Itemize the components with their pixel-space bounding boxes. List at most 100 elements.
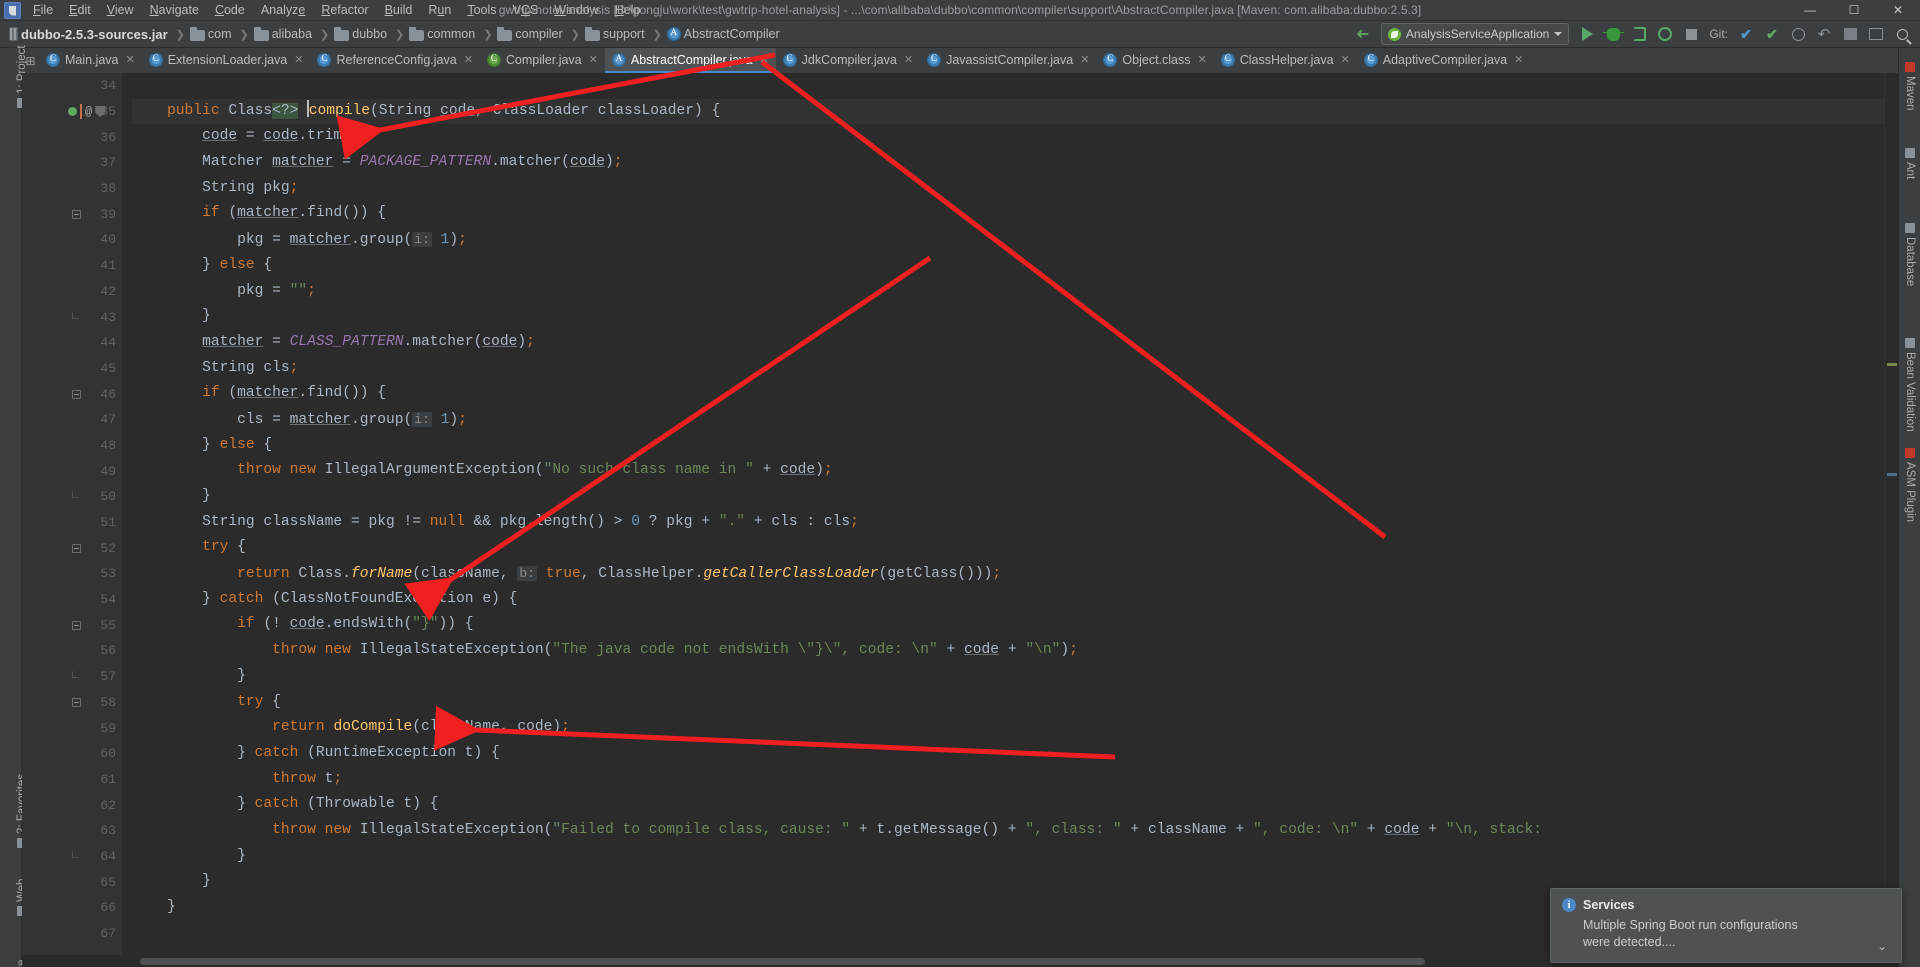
close-tab-icon[interactable]: ✕ [126, 53, 135, 66]
minimize-button[interactable]: — [1788, 0, 1832, 21]
sidebar-item-database[interactable]: Database [1904, 223, 1916, 286]
maximize-button[interactable]: ☐ [1832, 0, 1876, 21]
tab-object-class[interactable]: Object.class✕ [1096, 48, 1213, 73]
code-editor[interactable]: 34 35 @ 36 37 38 39 40 41 42 43 ∟ 44 45 … [22, 73, 1898, 955]
menu-item-refactor[interactable]: Refactor [313, 0, 376, 21]
gutter-marks[interactable]: @ [68, 99, 122, 125]
menu-item-help[interactable]: Help [607, 0, 649, 21]
check-icon: ✔ [1766, 25, 1778, 42]
java-abstract-class-icon [666, 27, 681, 41]
close-tab-icon[interactable]: ✕ [1341, 53, 1350, 66]
menu-item-run[interactable]: Run [420, 0, 459, 21]
commit-button[interactable]: ✔ [1760, 22, 1784, 46]
tab-compiler-java[interactable]: Compiler.java✕ [480, 48, 605, 73]
scrollbar-thumb[interactable] [140, 958, 1425, 965]
debug-button[interactable] [1601, 22, 1625, 46]
menu-item-code[interactable]: Code [207, 0, 253, 21]
line-number: 60 [100, 746, 116, 762]
sidebar-item-bean-validation[interactable]: Bean Validation [1904, 338, 1916, 432]
fold-collapse-icon[interactable] [72, 389, 81, 399]
rollback-button[interactable]: ↶ [1812, 22, 1836, 46]
tab-abstractcompiler-java[interactable]: AbstractCompiler.java✕ [604, 48, 776, 73]
run-configuration-selector[interactable]: AnalysisServiceApplication [1380, 23, 1570, 45]
chevron-down-icon[interactable]: ⌄ [1877, 939, 1887, 953]
stop-button[interactable] [1679, 22, 1703, 46]
close-tab-icon[interactable]: ✕ [294, 53, 303, 66]
bean-icon [1905, 338, 1915, 348]
database-icon [1905, 223, 1915, 233]
menu-item-vcs[interactable]: VCS [505, 0, 547, 21]
menu-item-file[interactable]: File [25, 0, 61, 21]
breadcrumb-item-com[interactable]: com [187, 21, 238, 48]
menu-item-window[interactable]: Window [546, 0, 606, 21]
warning-marker[interactable] [1887, 363, 1897, 366]
folder-icon [584, 26, 600, 41]
update-arrow-icon: ✔ [1740, 25, 1752, 42]
menu-item-navigate[interactable]: Navigate [142, 0, 207, 21]
search-everywhere-button[interactable] [1890, 22, 1914, 46]
menu-item-tools[interactable]: Tools [459, 0, 504, 21]
notification-line-2: were detected.... [1583, 935, 1676, 949]
fold-end-icon[interactable]: ∟ [72, 671, 79, 682]
tab-main-java[interactable]: Main.java✕ [39, 48, 142, 73]
menu-item-view[interactable]: View [99, 0, 142, 21]
breadcrumb-item-abstractcompiler[interactable]: AbstractCompiler [664, 21, 786, 48]
close-tab-icon[interactable]: ✕ [1514, 53, 1523, 66]
menu-item-edit[interactable]: Edit [61, 0, 99, 21]
tab-extensionloader-java[interactable]: ExtensionLoader.java✕ [142, 48, 311, 73]
close-button[interactable]: ✕ [1876, 0, 1920, 21]
close-tab-icon[interactable]: ✕ [904, 53, 913, 66]
menu-item-analyze[interactable]: Analyze [253, 0, 313, 21]
update-project-button[interactable]: ✔ [1734, 22, 1758, 46]
info-marker[interactable] [1887, 473, 1897, 476]
terminal-button[interactable] [1864, 22, 1888, 46]
breadcrumb-item-jar[interactable]: dubbo-2.5.3-sources.jar [6, 21, 174, 48]
search-icon [1896, 28, 1908, 40]
editor-gutter[interactable]: 34 35 @ 36 37 38 39 40 41 42 43 ∟ 44 45 … [22, 73, 122, 955]
close-tab-icon[interactable]: ✕ [589, 53, 598, 66]
maven-icon [1905, 62, 1915, 72]
tab-jdkcompiler-java[interactable]: JdkCompiler.java✕ [776, 48, 920, 73]
editor-marker-scrollbar[interactable] [1884, 73, 1898, 955]
close-tab-icon[interactable]: ✕ [1080, 53, 1089, 66]
tab-adaptivecompiler-java[interactable]: AdaptiveCompiler.java✕ [1357, 48, 1531, 73]
run-with-coverage-button[interactable] [1627, 22, 1651, 46]
close-tab-icon[interactable]: ✕ [759, 53, 768, 66]
override-annotation-icon[interactable]: @ [85, 105, 92, 119]
java-class-icon [782, 52, 797, 67]
breadcrumb-item-dubbo[interactable]: dubbo [331, 21, 393, 48]
tab-referenceconfig-java[interactable]: ReferenceConfig.java✕ [310, 48, 479, 73]
tab-javassistcompiler-java[interactable]: JavassistCompiler.java✕ [920, 48, 1096, 73]
breadcrumb-separator: ❯ [320, 28, 330, 41]
fold-collapse-icon[interactable] [72, 543, 81, 553]
breadcrumb-item-alibaba[interactable]: alibaba [251, 21, 318, 48]
services-notification[interactable]: i Services Multiple Spring Boot run conf… [1550, 888, 1902, 963]
tab-classhelper-java[interactable]: ClassHelper.java✕ [1214, 48, 1357, 73]
sidebar-item-asm-plugin[interactable]: ASM Plugin [1904, 448, 1916, 522]
history-button[interactable] [1786, 22, 1810, 46]
fold-collapse-icon[interactable] [72, 620, 81, 630]
menu-bar[interactable]: File Edit View Navigate Code Analyze Ref… [25, 0, 648, 21]
fold-end-icon[interactable]: ∟ [72, 311, 79, 322]
sidebar-item-maven[interactable]: Maven [1904, 62, 1916, 111]
title-bar: File Edit View Navigate Code Analyze Ref… [0, 0, 1920, 21]
close-tab-icon[interactable]: ✕ [1198, 53, 1207, 66]
fold-end-icon[interactable]: ∟ [72, 850, 79, 861]
fold-collapse-icon[interactable] [72, 697, 81, 707]
implementing-method-icon[interactable] [95, 106, 106, 118]
fold-collapse-icon[interactable] [72, 209, 81, 219]
breadcrumb-item-support[interactable]: support [582, 21, 651, 48]
sidebar-item-ant[interactable]: Ant [1904, 148, 1916, 179]
close-tab-icon[interactable]: ✕ [464, 53, 473, 66]
bug-icon [1602, 27, 1624, 41]
breadcrumb-item-compiler[interactable]: compiler [494, 21, 568, 48]
breakpoint-icon[interactable] [68, 107, 77, 117]
run-button[interactable] [1575, 22, 1599, 46]
menu-item-build[interactable]: Build [377, 0, 421, 21]
back-arrow-icon[interactable]: ➜ [1346, 24, 1379, 44]
code-text[interactable]: public Class<?> compile(String code, Cla… [122, 73, 1884, 955]
profile-button[interactable] [1653, 22, 1677, 46]
breadcrumb-item-common[interactable]: common [406, 21, 481, 48]
fold-end-icon[interactable]: ∟ [72, 491, 79, 502]
settings-button[interactable] [1838, 22, 1862, 46]
